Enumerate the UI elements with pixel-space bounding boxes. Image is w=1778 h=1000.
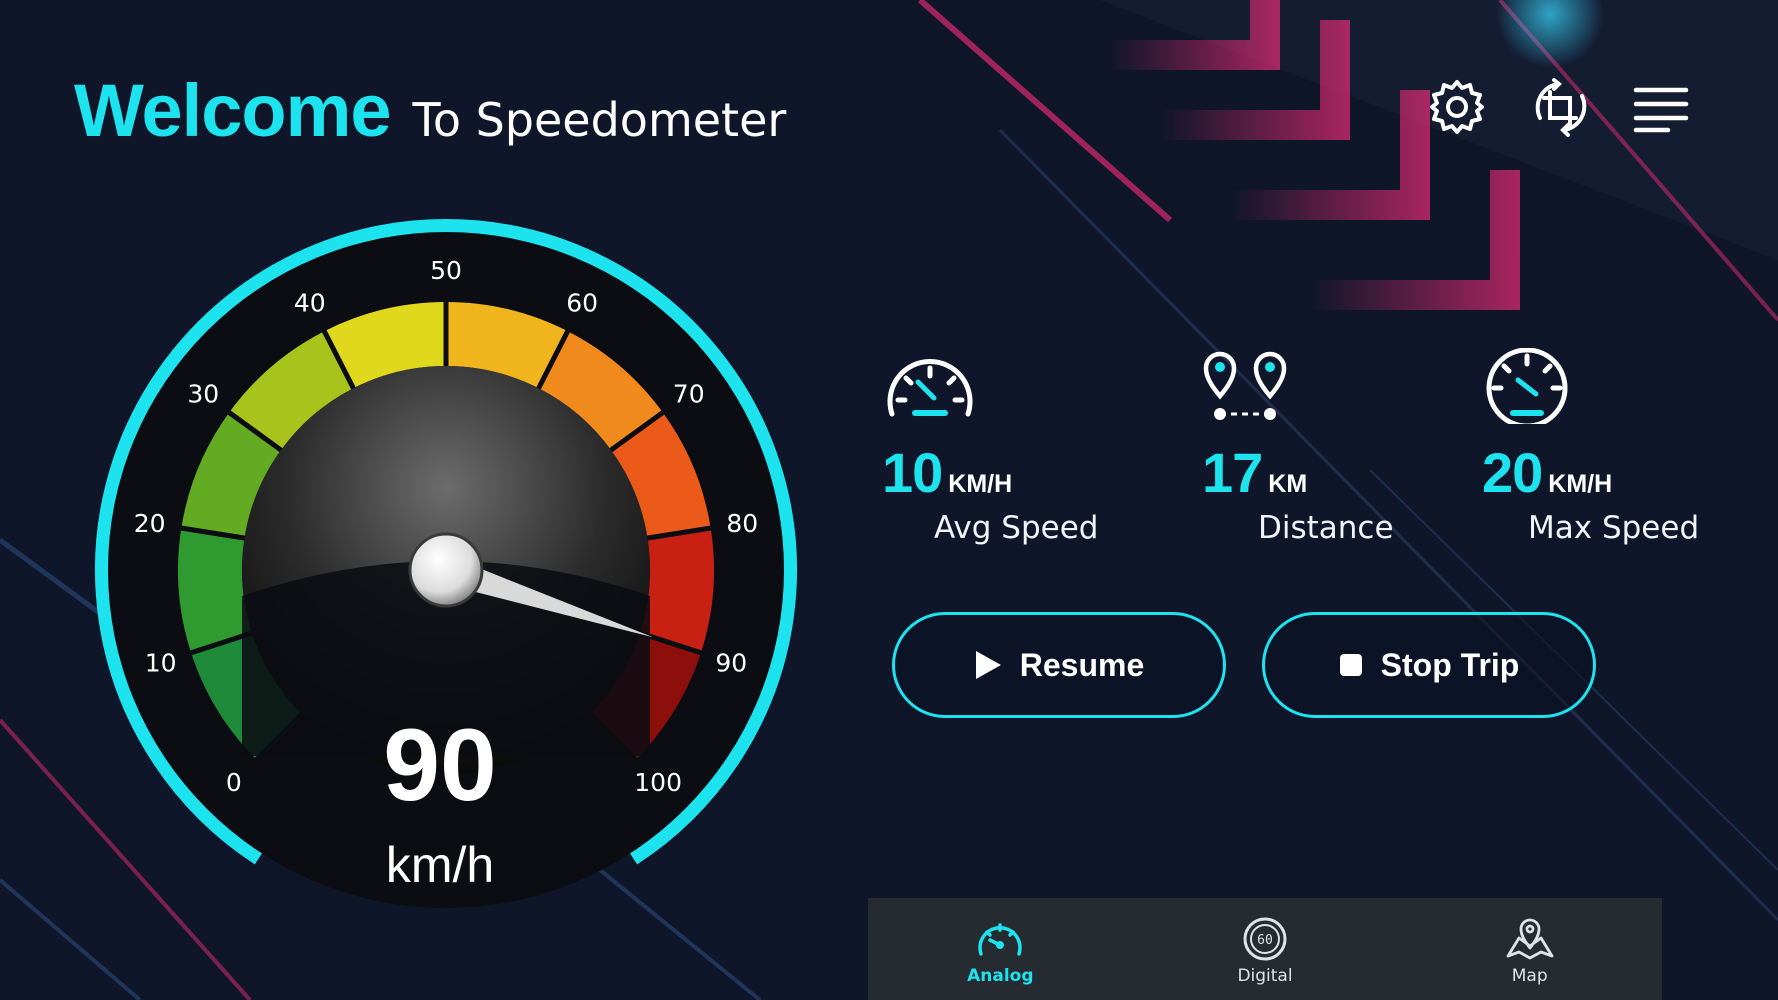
avg-speed-label: Avg Speed <box>934 510 1099 546</box>
map-pin-icon <box>1506 918 1554 960</box>
title-subtitle: To Speedometer <box>412 93 787 147</box>
bottom-navigation: Analog 60 Digital Map <box>868 898 1662 1000</box>
crop-rotate-icon <box>1535 78 1587 137</box>
nav-label-digital: Digital <box>1237 966 1293 986</box>
route-pins-icon <box>1203 351 1287 420</box>
gauge-tick-label: 40 <box>294 289 326 318</box>
gauge-tick-label: 10 <box>145 649 177 678</box>
gauge-tick-label: 70 <box>673 380 705 409</box>
nav-label-analog: Analog <box>967 966 1034 986</box>
max-speed-label: Max Speed <box>1528 510 1700 546</box>
max-speed-unit: KM/H <box>1548 470 1613 498</box>
play-icon <box>974 650 1002 680</box>
nav-label-map: Map <box>1511 966 1548 986</box>
title-welcome: Welcome <box>74 69 392 152</box>
menu-icon <box>1633 87 1689 133</box>
avg-speed-value: 10 <box>882 441 943 504</box>
distance-value: 17 <box>1202 441 1263 504</box>
speedometer-icon <box>887 359 973 417</box>
gauge-tick-label: 20 <box>134 509 166 538</box>
settings-button[interactable] <box>1424 74 1490 140</box>
stop-trip-button[interactable]: Stop Trip <box>1262 612 1596 718</box>
menu-button[interactable] <box>1628 74 1694 140</box>
gauge-tick-label: 80 <box>726 509 758 538</box>
gauge-needle-hub <box>408 532 484 608</box>
gauge-tick-label: 0 <box>226 768 242 797</box>
resume-button[interactable]: Resume <box>892 612 1226 718</box>
resume-label: Resume <box>1019 646 1145 683</box>
speedometer-gauge: 0 10 20 30 40 50 60 70 80 90 100 90 km/h <box>95 219 797 908</box>
nav-tab-analog[interactable]: Analog <box>868 898 1133 1000</box>
gauge-tick-label: 60 <box>566 289 598 318</box>
nav-tab-map[interactable]: Map <box>1397 898 1662 1000</box>
max-speed-value: 20 <box>1482 441 1543 504</box>
avg-speed-unit: KM/H <box>948 470 1013 498</box>
gauge-speed-unit: km/h <box>386 837 494 893</box>
nav-tab-digital[interactable]: 60 Digital <box>1133 898 1398 1000</box>
gauge-tick-label: 50 <box>430 256 462 285</box>
distance-label: Distance <box>1258 510 1394 546</box>
gear-icon <box>1430 80 1484 134</box>
gauge-tick-label: 30 <box>187 380 219 409</box>
analog-gauge-icon <box>978 923 1023 956</box>
gauge-tick-label: 90 <box>715 649 747 678</box>
page-title: Welcome To Speedometer <box>74 68 786 153</box>
distance-unit: KM <box>1268 470 1308 498</box>
digital-gauge-icon: 60 <box>1243 917 1287 961</box>
gauge-speed-value: 90 <box>383 708 496 822</box>
speedometer-icon <box>1486 348 1568 428</box>
rotate-screen-button[interactable] <box>1528 74 1594 140</box>
stop-trip-label: Stop Trip <box>1380 646 1520 683</box>
gauge-tick-label: 100 <box>634 768 682 797</box>
stop-icon <box>1339 653 1363 677</box>
svg-text:60: 60 <box>1257 933 1273 948</box>
